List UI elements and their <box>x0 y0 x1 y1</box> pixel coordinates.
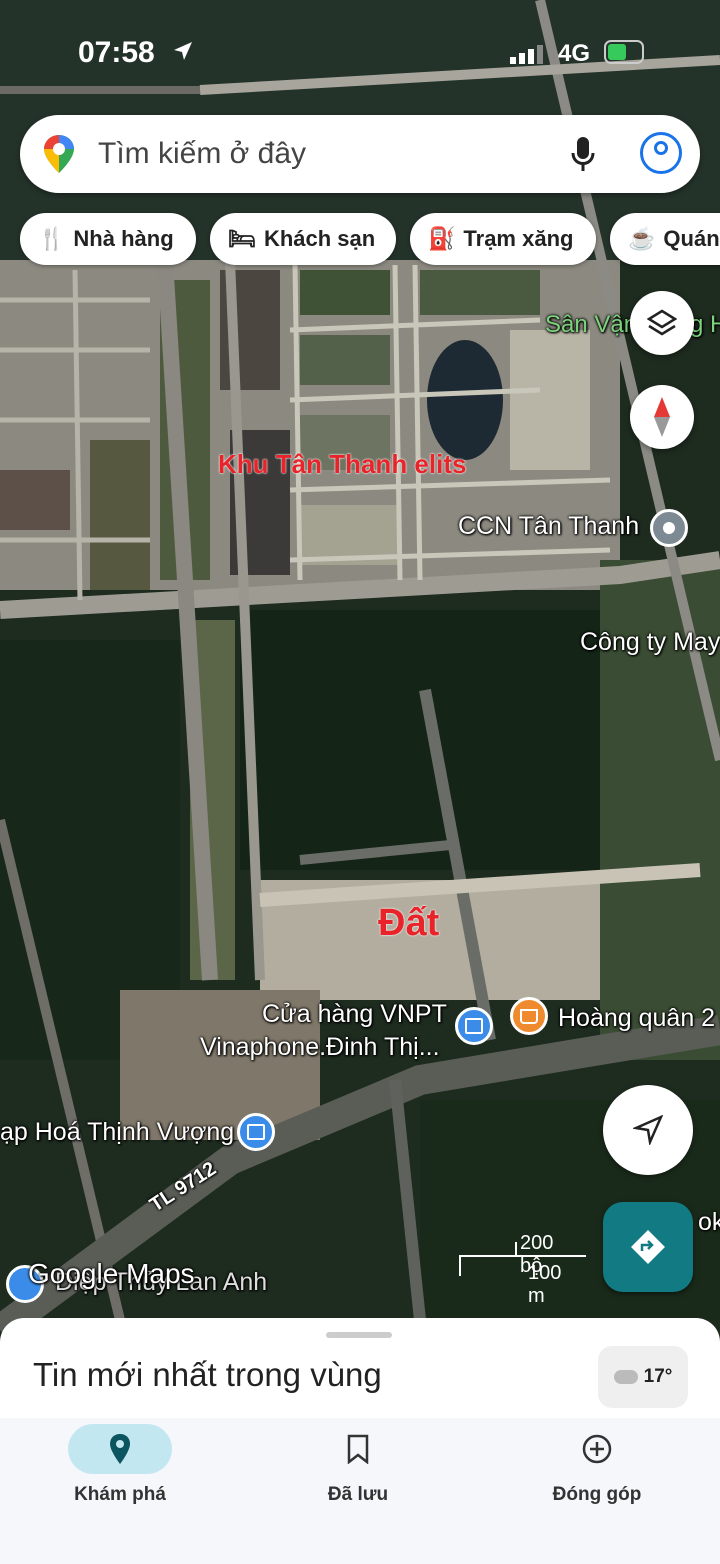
sheet-drag-handle[interactable] <box>326 1332 392 1338</box>
status-bar: 07:58 4G <box>0 30 720 76</box>
sheet-title: Tin mới nhất trong vùng <box>33 1356 382 1393</box>
chip-restaurants[interactable]: 🍴 Nhà hàng <box>20 213 196 265</box>
shopping-bag-icon[interactable] <box>455 1007 493 1045</box>
compass-icon <box>654 397 670 437</box>
chip-hotels[interactable]: 🛏 Khách sạn <box>210 213 396 265</box>
google-maps-logo-icon <box>44 135 74 173</box>
chip-label: Trạm xăng <box>463 226 574 251</box>
nav-saved[interactable]: Đã lưu <box>258 1418 458 1538</box>
shopping-bag-icon[interactable] <box>237 1113 275 1151</box>
nav-explore[interactable]: Khám phá <box>20 1418 220 1538</box>
nav-contribute-label: Đóng góp <box>552 1484 642 1505</box>
stadium-label-tail[interactable]: g H <box>690 311 720 339</box>
company-label[interactable]: Công ty May <box>580 628 720 657</box>
nav-icon-wrap <box>545 1424 649 1474</box>
bed-icon: 🛏 <box>228 226 256 251</box>
poi-label-edge[interactable]: ok <box>698 1208 720 1237</box>
chip-cafes[interactable]: ☕ Quán <box>610 213 720 265</box>
vnpt-label-line1[interactable]: Cửa hàng VNPT <box>262 1000 447 1029</box>
search-input[interactable]: Tìm kiếm ở đây <box>98 137 306 171</box>
chip-label: Nhà hàng <box>73 226 174 251</box>
tap-hoa-label[interactable]: ạp Hoá Thịnh Vượng <box>0 1118 234 1147</box>
search-bar[interactable]: Tìm kiếm ở đây <box>20 115 700 193</box>
khu-tan-thanh-label: Khu Tân Thanh elits <box>218 449 467 479</box>
chip-gas-stations[interactable]: ⛽ Trạm xăng <box>410 213 596 265</box>
coffee-cup-icon[interactable] <box>510 997 548 1035</box>
layers-button[interactable] <box>630 291 694 355</box>
place-pin-icon[interactable] <box>650 509 688 547</box>
nav-saved-label: Đã lưu <box>327 1484 389 1505</box>
layers-icon <box>647 309 677 336</box>
google-maps-watermark: Google Maps <box>28 1258 195 1289</box>
directions-button[interactable] <box>603 1202 693 1292</box>
location-pin-icon <box>110 1434 130 1464</box>
chip-label: Quán <box>663 226 720 251</box>
status-time: 07:58 <box>78 36 155 69</box>
scale-metric: 100 m <box>528 1262 562 1307</box>
signal-icon <box>510 45 543 64</box>
add-circle-icon <box>582 1434 612 1464</box>
microphone-icon[interactable] <box>570 135 596 173</box>
directions-icon <box>631 1230 665 1264</box>
category-chips: 🍴 Nhà hàng 🛏 Khách sạn ⛽ Trạm xăng ☕ Quán <box>0 213 720 267</box>
fork-knife-icon: 🍴 <box>38 226 66 251</box>
my-location-button[interactable] <box>603 1085 693 1175</box>
gas-station-icon: ⛽ <box>428 226 456 251</box>
battery-icon <box>604 40 644 64</box>
location-arrow-icon <box>174 42 192 60</box>
temperature: 17° <box>643 1366 673 1387</box>
stadium-label[interactable]: Sân Vận <box>545 311 637 339</box>
bottom-sheet[interactable]: Tin mới nhất trong vùng 17° Khám phá Đã … <box>0 1318 720 1564</box>
nav-icon-wrap <box>306 1424 410 1474</box>
nav-explore-label: Khám phá <box>74 1484 166 1505</box>
bottom-navigation: Khám phá Đã lưu Đóng góp <box>0 1418 720 1564</box>
ccn-tan-thanh-label[interactable]: CCN Tân Thanh <box>458 512 639 541</box>
weather-badge[interactable]: 17° <box>598 1346 688 1408</box>
hoang-quan-label[interactable]: Hoàng quân 2 <box>558 1004 715 1033</box>
navigation-arrow-icon <box>633 1115 663 1145</box>
bookmark-icon <box>347 1434 369 1464</box>
coffee-cup-icon: ☕ <box>628 226 656 251</box>
nav-active-pill <box>68 1424 172 1474</box>
compass-button[interactable] <box>630 385 694 449</box>
dat-label: Đất <box>378 902 440 944</box>
network-type: 4G <box>558 40 591 67</box>
nav-contribute[interactable]: Đóng góp <box>497 1418 697 1538</box>
account-icon[interactable] <box>640 132 682 174</box>
cloud-icon <box>613 1370 638 1384</box>
vnpt-label-line2[interactable]: Vinaphone.Đinh Thị... <box>200 1033 440 1062</box>
chip-label: Khách sạn <box>263 226 376 251</box>
